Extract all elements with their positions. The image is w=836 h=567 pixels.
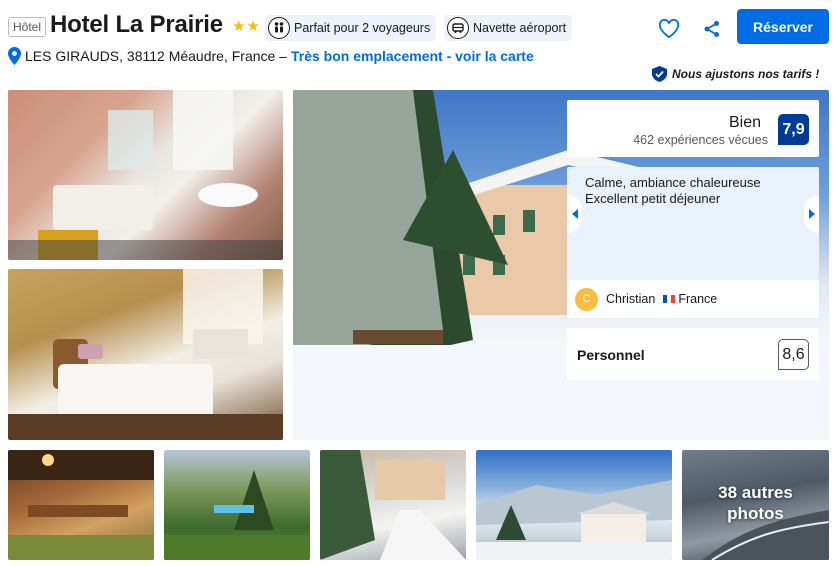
more-photos-line2: photos bbox=[727, 504, 784, 523]
rating-score: 7,9 bbox=[778, 114, 809, 145]
photo-restaurant[interactable] bbox=[8, 450, 154, 560]
reviewer-country-text: France bbox=[678, 292, 718, 306]
review-text: Calme, ambiance chaleureuse Excellent pe… bbox=[585, 175, 805, 207]
heart-icon bbox=[658, 19, 680, 39]
chevron-left-icon bbox=[571, 209, 578, 219]
avatar: C bbox=[575, 287, 598, 311]
rating-count: 462 expériences vécues bbox=[633, 133, 768, 147]
address-text: LES GIRAUDS, 38112 Méaudre, France – bbox=[25, 48, 287, 64]
star-rating: ★ ★ bbox=[232, 19, 260, 35]
review-card: Calme, ambiance chaleureuse Excellent pe… bbox=[567, 167, 819, 318]
staff-label: Personnel bbox=[577, 347, 645, 363]
reviewer: C Christian France bbox=[567, 280, 819, 318]
favorite-button[interactable] bbox=[655, 15, 683, 43]
reserve-button[interactable]: Réserver bbox=[737, 9, 829, 44]
staff-rating-card[interactable]: Personnel 8,6 bbox=[567, 328, 819, 380]
photo-snow-path[interactable] bbox=[320, 450, 466, 560]
star-icon: ★ bbox=[232, 18, 246, 35]
review-line2: Excellent petit déjeuner bbox=[585, 191, 721, 206]
address-row: LES GIRAUDS, 38112 Méaudre, France – Trè… bbox=[8, 47, 534, 65]
star-icon: ★ bbox=[246, 18, 260, 35]
badge-travelers[interactable]: Parfait pour 2 voyageurs bbox=[265, 15, 437, 41]
photo-village[interactable] bbox=[476, 450, 672, 560]
photo-bedroom[interactable] bbox=[8, 269, 283, 440]
france-flag-icon bbox=[663, 295, 676, 303]
badge-travelers-label: Parfait pour 2 voyageurs bbox=[294, 21, 431, 35]
property-type-badge: Hôtel bbox=[8, 17, 47, 37]
location-pin-icon bbox=[8, 47, 21, 65]
share-icon bbox=[704, 21, 719, 37]
review-next-button[interactable] bbox=[804, 195, 819, 233]
price-note-text: Nous ajustons nos tarifs ! bbox=[672, 67, 820, 81]
reviewer-country: France bbox=[663, 292, 717, 306]
badge-shuttle-label: Navette aéroport bbox=[473, 21, 567, 35]
chevron-right-icon bbox=[808, 209, 815, 219]
more-photos-label: 38 autres photos bbox=[682, 482, 829, 524]
map-link[interactable]: Très bon emplacement - voir la carte bbox=[291, 48, 534, 64]
share-button[interactable] bbox=[699, 15, 725, 43]
people-icon bbox=[268, 17, 290, 39]
more-photos-tile[interactable]: 38 autres photos bbox=[682, 450, 829, 560]
review-line1: Calme, ambiance chaleureuse bbox=[585, 175, 761, 190]
hotel-title: Hotel La Prairie bbox=[50, 11, 223, 38]
photo-garden[interactable] bbox=[164, 450, 310, 560]
more-photos-line1: 38 autres bbox=[718, 483, 793, 502]
staff-score: 8,6 bbox=[778, 339, 809, 370]
rating-card[interactable]: Bien 462 expériences vécues 7,9 bbox=[567, 100, 819, 157]
reviewer-name: Christian bbox=[606, 292, 656, 306]
badge-shuttle[interactable]: Navette aéroport bbox=[444, 15, 573, 41]
review-prev-button[interactable] bbox=[567, 195, 582, 233]
shuttle-icon bbox=[447, 17, 469, 39]
price-note: Nous ajustons nos tarifs ! bbox=[652, 66, 819, 82]
shield-check-icon bbox=[652, 66, 667, 82]
photo-bathroom[interactable] bbox=[8, 90, 283, 260]
rating-word: Bien bbox=[728, 114, 761, 131]
